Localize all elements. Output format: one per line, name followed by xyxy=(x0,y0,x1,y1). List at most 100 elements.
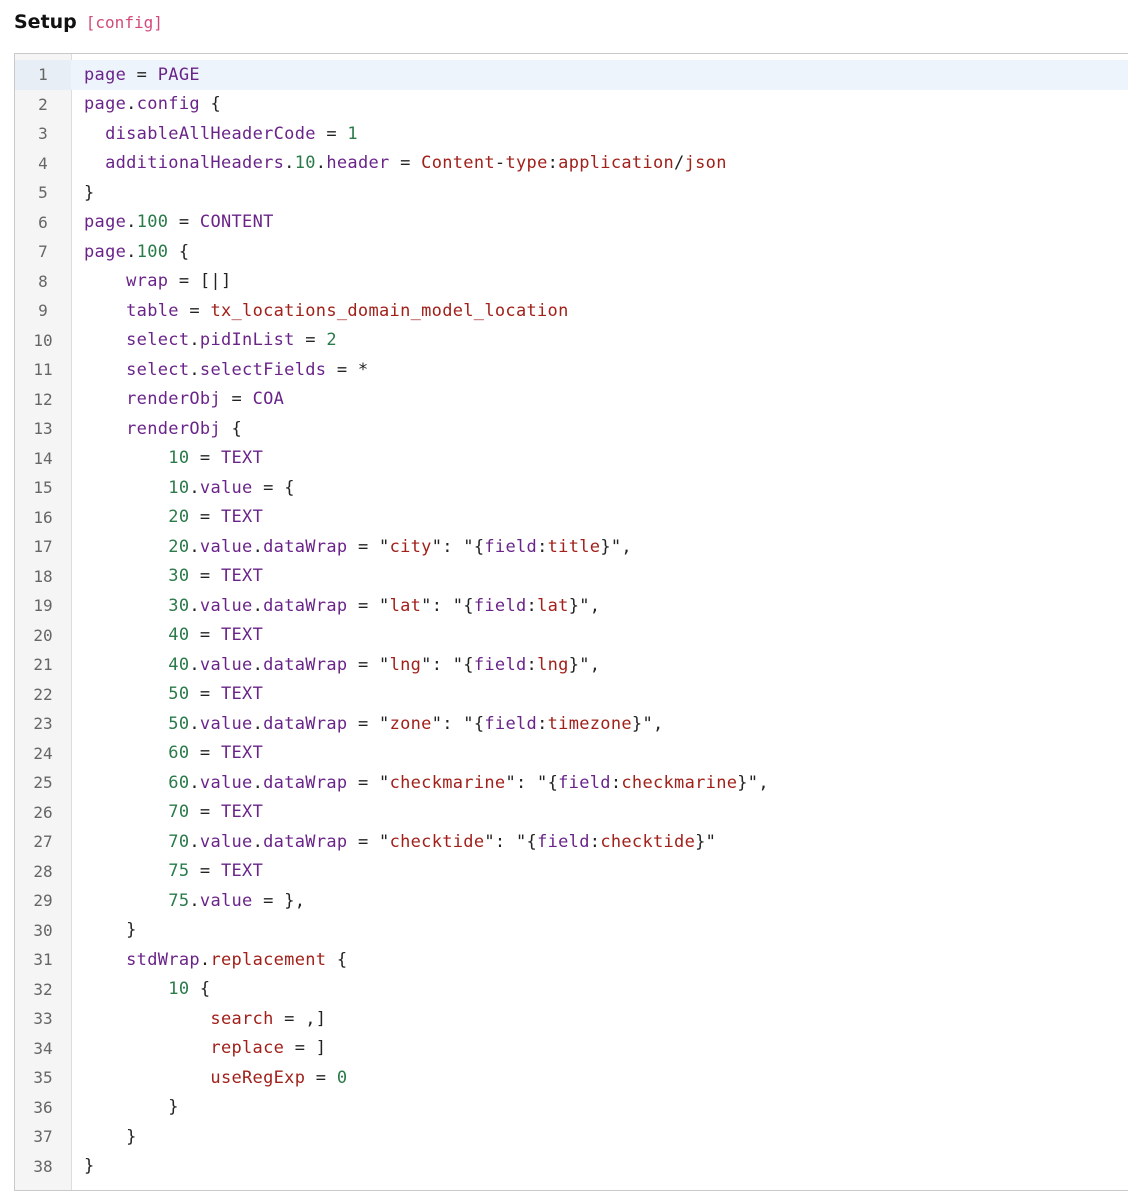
code-line[interactable]: 32 10 { xyxy=(15,975,1128,1005)
code-line[interactable]: 12 renderObj = COA xyxy=(15,385,1128,415)
code-text[interactable]: renderObj = COA xyxy=(71,389,284,409)
code-line[interactable]: 11 select.selectFields = * xyxy=(15,355,1128,385)
code-line[interactable]: 17 20.value.dataWrap = "city": "{field:t… xyxy=(15,532,1128,562)
code-text[interactable]: 30 = TEXT xyxy=(71,566,263,586)
code-text[interactable]: select.selectFields = * xyxy=(71,360,368,380)
code-token: Content xyxy=(421,153,495,174)
code-line[interactable]: 2 page.config { xyxy=(15,90,1128,120)
code-text[interactable]: page.100 { xyxy=(71,242,189,262)
code-line[interactable]: 38} xyxy=(15,1152,1128,1182)
code-text[interactable]: } xyxy=(71,1156,95,1176)
code-line[interactable]: 15 10.value = { xyxy=(15,473,1128,503)
code-text[interactable]: additionalHeaders.10.header = Content-ty… xyxy=(71,153,727,173)
code-text[interactable]: page.100 = CONTENT xyxy=(71,212,274,232)
code-line[interactable]: 30 } xyxy=(15,916,1128,946)
code-line[interactable]: 29 75.value = }, xyxy=(15,886,1128,916)
code-text[interactable]: 10 { xyxy=(71,979,210,999)
code-token: = xyxy=(189,448,221,469)
code-text[interactable]: 20 = TEXT xyxy=(71,507,263,527)
code-line[interactable]: 36 } xyxy=(15,1093,1128,1123)
code-line[interactable]: 3 disableAllHeaderCode = 1 xyxy=(15,119,1128,149)
code-text[interactable]: } xyxy=(71,1127,137,1147)
code-line[interactable]: 5} xyxy=(15,178,1128,208)
code-text[interactable]: 75 = TEXT xyxy=(71,861,263,881)
code-text[interactable]: stdWrap.replacement { xyxy=(71,950,347,970)
code-text[interactable]: page.config { xyxy=(71,94,221,114)
code-text[interactable]: disableAllHeaderCode = 1 xyxy=(71,124,358,144)
code-text[interactable]: 60.value.dataWrap = "checkmarine": "{fie… xyxy=(71,773,769,793)
line-number: 24 xyxy=(33,743,53,763)
code-token: ": "{ xyxy=(505,772,559,793)
code-line[interactable]: 19 30.value.dataWrap = "lat": "{field:la… xyxy=(15,591,1128,621)
code-text[interactable]: select.pidInList = 2 xyxy=(71,330,337,350)
code-text[interactable]: replace = ] xyxy=(71,1038,326,1058)
code-text[interactable]: 20.value.dataWrap = "city": "{field:titl… xyxy=(71,537,632,557)
code-text[interactable]: 10.value = { xyxy=(71,478,295,498)
code-text[interactable]: 75.value = }, xyxy=(71,891,305,911)
code-line[interactable]: 22 50 = TEXT xyxy=(15,680,1128,710)
code-text[interactable]: } xyxy=(71,183,95,203)
code-text[interactable]: 40.value.dataWrap = "lng": "{field:lng}"… xyxy=(71,655,600,675)
code-line[interactable]: 13 renderObj { xyxy=(15,414,1128,444)
code-text[interactable]: 30.value.dataWrap = "lat": "{field:lat}"… xyxy=(71,596,600,616)
code-line[interactable]: 23 50.value.dataWrap = "zone": "{field:t… xyxy=(15,709,1128,739)
code-line[interactable]: 4 additionalHeaders.10.header = Content-… xyxy=(15,149,1128,179)
code-line[interactable]: 18 30 = TEXT xyxy=(15,562,1128,592)
code-line[interactable]: 20 40 = TEXT xyxy=(15,621,1128,651)
code-text[interactable]: 10 = TEXT xyxy=(71,448,263,468)
code-text[interactable]: 70 = TEXT xyxy=(71,802,263,822)
code-token: TEXT xyxy=(220,625,264,646)
code-text[interactable]: useRegExp = 0 xyxy=(71,1068,347,1088)
code-text[interactable]: page = PAGE xyxy=(71,65,200,85)
code-token: = xyxy=(189,743,221,764)
code-line[interactable]: 9 table = tx_locations_domain_model_loca… xyxy=(15,296,1128,326)
code-line[interactable]: 6 page.100 = CONTENT xyxy=(15,208,1128,238)
code-text[interactable]: 60 = TEXT xyxy=(71,743,263,763)
code-line[interactable]: 7 page.100 { xyxy=(15,237,1128,267)
code-token: value xyxy=(199,477,253,498)
code-token: 20 xyxy=(168,536,190,557)
code-text[interactable]: search = ,] xyxy=(71,1009,326,1029)
code-token: TEXT xyxy=(220,507,264,528)
code-line[interactable]: 21 40.value.dataWrap = "lng": "{field:ln… xyxy=(15,650,1128,680)
code-text[interactable]: table = tx_locations_domain_model_locati… xyxy=(71,301,569,321)
code-line[interactable]: 16 20 = TEXT xyxy=(15,503,1128,533)
code-line[interactable]: 35 useRegExp = 0 xyxy=(15,1063,1128,1093)
code-token: }", xyxy=(568,654,601,675)
line-number: 9 xyxy=(38,301,48,321)
code-text[interactable]: renderObj { xyxy=(71,419,242,439)
code-line[interactable]: 33 search = ,] xyxy=(15,1004,1128,1034)
code-text[interactable]: wrap = [|] xyxy=(71,271,232,291)
code-line[interactable]: 26 70 = TEXT xyxy=(15,798,1128,828)
line-number: 37 xyxy=(33,1127,53,1147)
code-line[interactable]: 25 60.value.dataWrap = "checkmarine": "{… xyxy=(15,768,1128,798)
code-line[interactable]: 31 stdWrap.replacement { xyxy=(15,945,1128,975)
code-text[interactable]: 50.value.dataWrap = "zone": "{field:time… xyxy=(71,714,664,734)
code-line[interactable]: 1 page = PAGE xyxy=(15,60,1128,90)
line-number: 27 xyxy=(33,832,53,852)
code-line[interactable]: 14 10 = TEXT xyxy=(15,444,1128,474)
line-number: 35 xyxy=(33,1068,53,1088)
code-text[interactable]: 40 = TEXT xyxy=(71,625,263,645)
section-header: Setup [config] xyxy=(14,7,163,37)
code-text[interactable]: 70.value.dataWrap = "checktide": "{field… xyxy=(71,832,716,852)
code-text[interactable]: } xyxy=(71,1097,179,1117)
code-text[interactable]: } xyxy=(71,920,137,940)
code-token: { xyxy=(199,94,221,115)
code-line[interactable]: 28 75 = TEXT xyxy=(15,857,1128,887)
code-line[interactable]: 27 70.value.dataWrap = "checktide": "{fi… xyxy=(15,827,1128,857)
code-text[interactable]: 50 = TEXT xyxy=(71,684,263,704)
code-line[interactable]: 8 wrap = [|] xyxy=(15,267,1128,297)
code-line[interactable]: 24 60 = TEXT xyxy=(15,739,1128,769)
code-line[interactable]: 34 replace = ] xyxy=(15,1034,1128,1064)
code-token: = xyxy=(315,123,348,144)
line-number: 14 xyxy=(33,448,53,468)
code-token: = " xyxy=(347,772,390,793)
code-editor[interactable]: 1 page = PAGE 2 page.config {3 disableAllHe… xyxy=(14,53,1128,1191)
code-token: 75 xyxy=(168,890,190,911)
code-line[interactable]: 10 select.pidInList = 2 xyxy=(15,326,1128,356)
code-line[interactable]: 37 } xyxy=(15,1122,1128,1152)
